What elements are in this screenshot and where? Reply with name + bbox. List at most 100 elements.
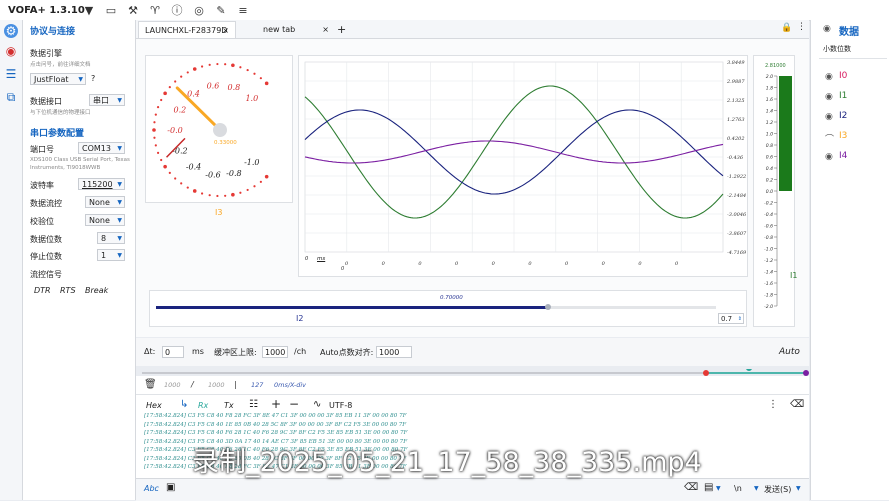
vbar-tick-label: -1.4 bbox=[764, 270, 773, 276]
tab-launchxl[interactable]: LAUNCHXL-F28379D × bbox=[138, 21, 236, 38]
y-tick-label: 0.4202 bbox=[727, 136, 745, 142]
stepper-icon[interactable]: ⇕ bbox=[738, 314, 742, 325]
buf-input[interactable]: 1000 bbox=[262, 346, 288, 358]
eye-icon[interactable]: ◉ bbox=[825, 92, 833, 102]
tshirt-icon[interactable]: ♈ bbox=[144, 4, 166, 17]
waveform-widget[interactable]: 3.8449 2.9887 2.1325 1.2763 0.4202 -0.436 -1.2… bbox=[298, 55, 748, 277]
send-button[interactable]: 发送(S) bbox=[764, 484, 791, 495]
settings-gear-icon[interactable]: ⚙ bbox=[4, 24, 18, 38]
fingerprint-icon[interactable]: ◎ bbox=[188, 4, 210, 17]
chevron-down-icon[interactable]: ▼ bbox=[716, 485, 721, 492]
more-vertical-icon[interactable]: ⋮ bbox=[768, 399, 778, 410]
close-icon[interactable]: × bbox=[322, 21, 329, 38]
auto-align-label: Auto点数对齐: bbox=[320, 348, 374, 357]
eye-icon[interactable]: ◉ bbox=[825, 72, 833, 82]
channel-i1[interactable]: I1 bbox=[839, 91, 847, 101]
rx-button[interactable]: Rx bbox=[198, 401, 208, 410]
more-vertical-icon[interactable]: ⋮ bbox=[797, 22, 806, 32]
gauge-tick bbox=[208, 63, 211, 66]
eraser-icon[interactable]: ⌫ bbox=[790, 399, 804, 410]
x-tick-label: 0 bbox=[418, 261, 422, 267]
decimal-places[interactable]: 小数位数 bbox=[823, 44, 851, 54]
tx-button[interactable]: Tx bbox=[224, 401, 234, 410]
vertical-bar-widget[interactable]: 2.81000 2.0 1.8 1.6 1.4 1.2 1.0 0.8 0.6 0.4 0.2 0.… bbox=[753, 55, 795, 327]
pin-icon[interactable]: ✎ bbox=[210, 4, 232, 17]
chevron-down-icon[interactable]: ▼ bbox=[754, 485, 759, 492]
hex-button[interactable]: Hex bbox=[146, 401, 162, 410]
tab-new[interactable]: new tab × bbox=[257, 21, 333, 38]
interface-select[interactable]: 串口 ▼ bbox=[89, 94, 125, 106]
gauge-tick bbox=[160, 158, 163, 162]
vofa-logo-icon[interactable]: ▼ bbox=[78, 4, 100, 17]
parity-select[interactable]: None ▼ bbox=[85, 214, 125, 226]
receive-icon[interactable]: ↳ bbox=[180, 399, 188, 410]
port-select[interactable]: COM13 ▼ bbox=[78, 142, 125, 154]
dt-input[interactable]: 0 bbox=[162, 346, 184, 358]
gauge-tick bbox=[163, 164, 167, 169]
vbar-tick-label: 0.6 bbox=[766, 155, 773, 161]
lock-icon[interactable]: 🔒 bbox=[781, 23, 792, 33]
slider-knob[interactable] bbox=[545, 304, 551, 310]
databits-select[interactable]: 8 ▼ bbox=[97, 232, 125, 244]
flowsig-label: 流控信号 bbox=[30, 270, 62, 279]
log-line: [17:58:42.824] C3 F5 C8 40 F6 28 1C 40 F… bbox=[144, 430, 408, 436]
newline-select[interactable]: \n bbox=[734, 484, 742, 493]
gauge-label: -1.0 bbox=[244, 158, 259, 167]
gauge-widget[interactable]: -0.2 -0.0 0.2 -0.4 0.4 -0.6 0.6 -0.8 0.8 -1.0 1.0 … bbox=[145, 55, 293, 203]
rts-button[interactable]: RTS bbox=[60, 286, 76, 295]
engine-select[interactable]: JustFloat ▼ bbox=[30, 73, 86, 85]
minus-icon[interactable]: − bbox=[289, 397, 299, 411]
info-icon[interactable]: ⓘ bbox=[166, 2, 188, 18]
menu-icon[interactable]: ☰ bbox=[4, 67, 18, 81]
dtr-button[interactable]: DTR bbox=[34, 286, 51, 295]
close-icon[interactable]: × bbox=[222, 22, 229, 39]
encoding-select[interactable]: UTF-8 bbox=[329, 401, 352, 410]
slider-value-input[interactable]: 0.7 ⇕ bbox=[718, 313, 744, 324]
channel-i0[interactable]: I0 bbox=[839, 71, 847, 81]
log-line: [17:58:42.824] C3 F5 C8 40 F8 28 FC 3F 8… bbox=[144, 413, 407, 419]
x-tick-label: 0 bbox=[492, 261, 496, 267]
folder-send-icon[interactable]: ▣ bbox=[166, 482, 175, 493]
title-bar: VOFA+ 1.3.10 ▼ ▭ ⚒ ♈ ⓘ ◎ ✎ ≡ bbox=[0, 0, 889, 21]
log-line: [17:58:42.824] C3 F5 C8 40 1E 85 0B 40 2… bbox=[144, 421, 407, 428]
waveform-icon[interactable]: ∿ bbox=[313, 399, 321, 410]
stopbits-select[interactable]: 1 ▼ bbox=[97, 249, 125, 261]
add-tab-button[interactable]: + bbox=[334, 21, 350, 38]
x-end[interactable]: 1000 bbox=[208, 381, 225, 389]
gauge-tick bbox=[163, 91, 167, 96]
format-icon[interactable]: ☷ bbox=[249, 399, 258, 410]
gauge-label: 0.4 bbox=[187, 90, 200, 99]
chevron-down-icon[interactable]: ▼ bbox=[796, 485, 801, 492]
gauge-tick bbox=[239, 66, 242, 69]
channel-i2[interactable]: I2 bbox=[839, 111, 847, 121]
auto-button[interactable]: Auto bbox=[779, 347, 800, 357]
document-icon[interactable]: ▤ bbox=[704, 482, 713, 493]
eye-icon[interactable]: ◉ bbox=[825, 152, 833, 162]
eye-closed-icon[interactable]: ⌒ bbox=[825, 132, 834, 145]
vbar-tick-label: -1.8 bbox=[764, 293, 773, 299]
slider-track[interactable] bbox=[156, 304, 716, 310]
time-division[interactable]: 0ms/X-div bbox=[274, 381, 306, 389]
slider-widget[interactable]: 0.70000 I2 0.7 ⇕ bbox=[149, 290, 747, 327]
channel-i3[interactable]: I3 bbox=[839, 131, 847, 141]
auto-align-input[interactable]: 1000 bbox=[376, 346, 412, 358]
baud-select[interactable]: 115200 ▼ bbox=[78, 178, 125, 190]
break-button[interactable]: Break bbox=[85, 286, 108, 295]
abc-button[interactable]: Abc bbox=[144, 484, 159, 493]
buf-label: 缓冲区上限: bbox=[214, 348, 257, 357]
layout-icon[interactable]: ▭ bbox=[100, 4, 122, 17]
eye-icon[interactable]: ◉ bbox=[823, 24, 831, 34]
flow-select[interactable]: None ▼ bbox=[85, 196, 125, 208]
eraser-icon[interactable]: ⌫ bbox=[684, 482, 698, 493]
plus-icon[interactable]: + bbox=[271, 397, 281, 411]
gauge-tick bbox=[239, 191, 242, 194]
record-icon[interactable]: ◉ bbox=[4, 44, 18, 58]
list-icon[interactable]: ≡ bbox=[232, 4, 254, 17]
channel-i4[interactable]: I4 bbox=[839, 151, 847, 161]
x-start[interactable]: 1000 bbox=[164, 381, 181, 389]
help-button[interactable]: ? bbox=[91, 74, 95, 83]
trash-icon[interactable]: 🗑 bbox=[144, 379, 157, 390]
window-icon[interactable]: ⧉ bbox=[4, 90, 18, 104]
eye-icon[interactable]: ◉ bbox=[825, 112, 833, 122]
wrench-icon[interactable]: ⚒ bbox=[122, 4, 144, 17]
